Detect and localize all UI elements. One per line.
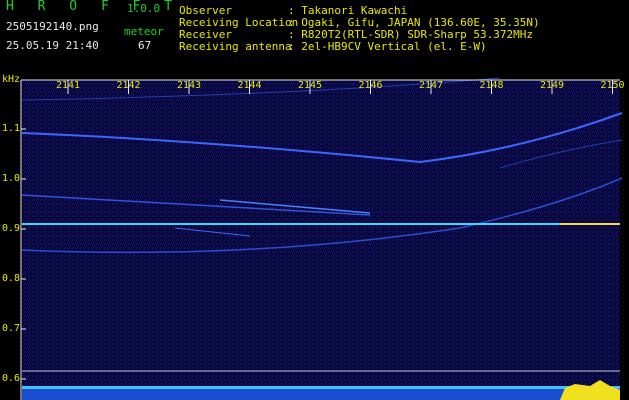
info-key-antenna: Receiving antenna: [179, 40, 292, 53]
signal-strip-top: [22, 386, 620, 389]
x-tick-label: 2144: [237, 80, 262, 91]
spectrogram: [20, 77, 623, 400]
info-value-antenna: : 2el-HB9CV Vertical (el. E-W): [288, 40, 487, 53]
x-tick-label: 2148: [479, 80, 504, 91]
y-tick-label: 1.0: [2, 173, 21, 184]
file-name: 2505192140.png: [6, 20, 99, 33]
x-tick-label: 2143: [177, 80, 202, 91]
meteor-count: 67: [138, 39, 152, 52]
signal-strip: [22, 388, 620, 400]
x-tick-label: 2142: [116, 80, 141, 91]
x-tick-label: 2149: [540, 80, 565, 91]
y-tick-label: 0.7: [2, 323, 21, 334]
y-tick-label: 0.8: [2, 273, 21, 284]
x-tick-label: 2141: [56, 80, 81, 91]
app-version: 1.0.0: [127, 2, 161, 15]
x-tick-label: 2146: [358, 80, 383, 91]
mode-label: meteor: [124, 25, 164, 38]
file-datetime: 25.05.19 21:40: [6, 39, 99, 52]
x-tick-label: 2145: [298, 80, 323, 91]
spectrum-noise-area: [22, 80, 620, 390]
x-tick-label: 2150: [600, 80, 625, 91]
y-tick-label: 1.1: [2, 123, 21, 134]
y-tick-label: 0.6: [2, 373, 21, 384]
y-tick-label: 0.9: [2, 223, 21, 234]
y-axis-unit: kHz: [2, 74, 21, 85]
x-tick-label: 2147: [419, 80, 444, 91]
